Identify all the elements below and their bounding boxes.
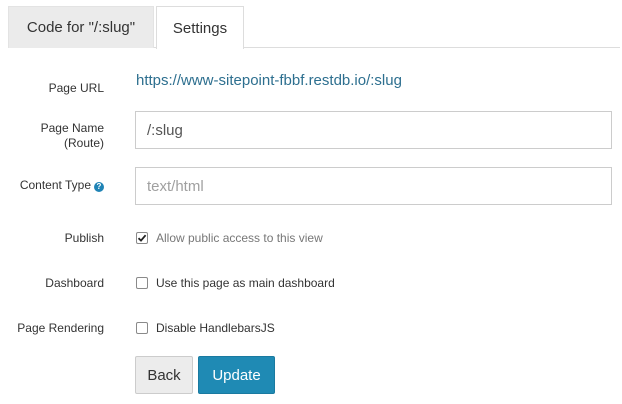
content-type-label: Content Type? — [20, 178, 104, 193]
content-type-label-text: Content Type — [19, 178, 91, 192]
update-button[interactable]: Update — [198, 356, 275, 394]
page-url-label: Page URL — [48, 81, 104, 95]
tab-code[interactable]: Code for "/:slug" — [8, 6, 154, 48]
dashboard-row: Use this page as main dashboard — [136, 276, 335, 290]
page-name-input[interactable] — [135, 111, 612, 149]
dashboard-label: Dashboard — [45, 276, 104, 290]
back-button[interactable]: Back — [135, 356, 193, 394]
content-type-input[interactable] — [135, 167, 612, 205]
page-rendering-label: Page Rendering — [17, 321, 104, 335]
dashboard-checkbox[interactable] — [136, 277, 148, 289]
page-url-link[interactable]: https://www-sitepoint-fbbf.restdb.io/:sl… — [136, 72, 402, 89]
dashboard-checkbox-label[interactable]: Use this page as main dashboard — [156, 276, 335, 290]
page-name-label: Page Name (Route) — [41, 121, 104, 151]
tab-bar: Code for "/:slug" Settings — [8, 0, 620, 49]
page-rendering-checkbox-label[interactable]: Disable HandlebarsJS — [156, 321, 275, 335]
checkmark-icon — [137, 234, 147, 242]
publish-label: Publish — [64, 231, 104, 245]
tab-settings[interactable]: Settings — [156, 6, 244, 49]
question-circle-icon[interactable]: ? — [94, 182, 104, 192]
page-rendering-checkbox[interactable] — [136, 322, 148, 334]
publish-row: Allow public access to this view — [136, 231, 323, 245]
publish-checkbox-label[interactable]: Allow public access to this view — [156, 231, 323, 245]
publish-checkbox[interactable] — [136, 232, 148, 244]
page-rendering-row: Disable HandlebarsJS — [136, 321, 275, 335]
page-name-label-line2: (Route) — [63, 136, 104, 150]
page-name-label-line1: Page Name — [40, 121, 104, 135]
